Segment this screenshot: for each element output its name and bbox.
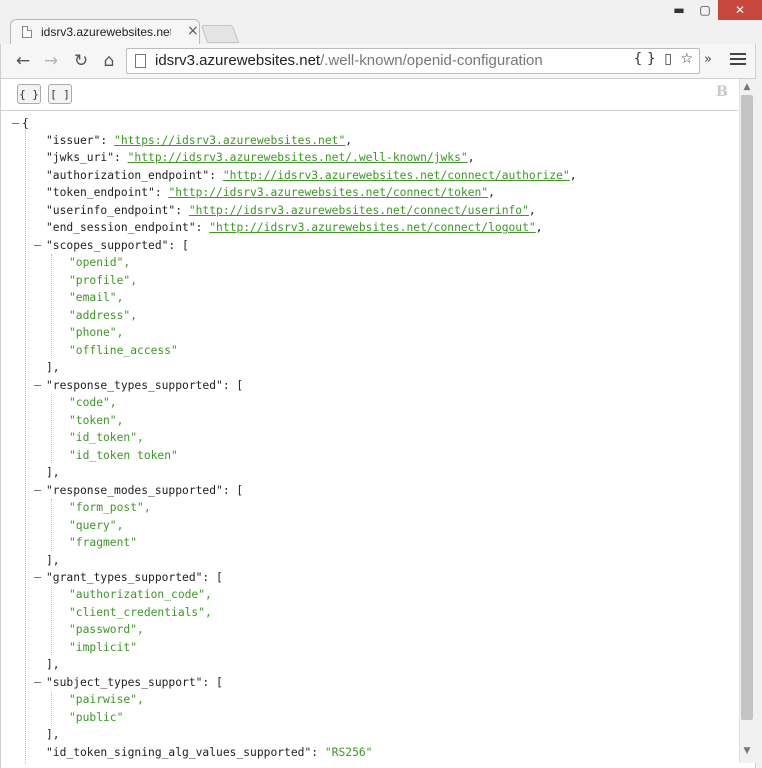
viewer-logo-icon: B — [716, 84, 728, 100]
expand-all-button[interactable]: { } — [17, 84, 41, 104]
json-line-authorization-endpoint: "authorization_endpoint": "http://idsrv3… — [46, 169, 577, 182]
json-array-item: "address", — [69, 309, 138, 322]
menu-icon[interactable] — [730, 50, 746, 68]
url-host: idsrv3.azurewebsites.net — [155, 52, 321, 69]
collapse-toggle-icon[interactable]: – — [34, 674, 41, 691]
issuer-link[interactable]: "https://idsrv3.azurewebsites.net" — [114, 134, 345, 147]
json-line-token-endpoint: "token_endpoint": "http://idsrv3.azurewe… — [46, 186, 495, 199]
json-key-grant-types-supported: "grant_types_supported": [ — [46, 571, 223, 584]
close-window-button[interactable]: ✕ — [718, 0, 762, 20]
json-array-close: ], — [46, 466, 60, 479]
indent-guide — [51, 691, 53, 726]
reload-icon[interactable]: ↻ — [70, 50, 92, 72]
indent-guide — [25, 130, 27, 765]
collapse-toggle-icon[interactable]: – — [34, 482, 41, 499]
json-array-close: ], — [46, 728, 60, 741]
json-array-item: "query", — [69, 519, 124, 532]
json-document: – { "issuer": "https://idsrv3.azurewebsi… — [0, 115, 738, 765]
collapse-toggle-icon[interactable]: – — [34, 569, 41, 586]
scroll-up-arrow-icon[interactable]: ▲ — [739, 82, 755, 92]
divider — [0, 110, 738, 111]
browser-toolbar: ← → ↻ ⌂ idsrv3.azurewebsites.net/.well-k… — [0, 44, 762, 79]
page-action-icon[interactable]: ▯ — [664, 51, 672, 67]
end-session-endpoint-link[interactable]: "http://idsrv3.azurewebsites.net/connect… — [209, 221, 535, 234]
json-key-response-modes-supported: "response_modes_supported": [ — [46, 484, 244, 497]
indent-guide — [51, 586, 53, 655]
jwks-uri-link[interactable]: "http://idsrv3.azurewebsites.net/.well-k… — [128, 151, 468, 164]
json-array-item: "code", — [69, 396, 117, 409]
url-text[interactable]: idsrv3.azurewebsites.net/.well-known/ope… — [155, 52, 543, 69]
json-array-close: ], — [46, 658, 60, 671]
json-array-item: "profile", — [69, 274, 138, 287]
window-border-right — [755, 44, 762, 768]
back-arrow-icon[interactable]: ← — [12, 50, 34, 72]
json-viewer-toolbar: { } [ ] B — [0, 79, 738, 109]
userinfo-endpoint-link[interactable]: "http://idsrv3.azurewebsites.net/connect… — [189, 204, 529, 217]
json-line-issuer: "issuer": "https://idsrv3.azurewebsites.… — [46, 134, 353, 147]
json-array-item: "client_credentials", — [69, 606, 212, 619]
url-path: /.well-known/openid-configuration — [320, 52, 543, 69]
json-key-response-types-supported: "response_types_supported": [ — [46, 379, 244, 392]
json-array-close: ], — [46, 361, 60, 374]
json-array-item: "phone", — [69, 326, 124, 339]
json-viewer-icon[interactable]: { } — [634, 51, 656, 67]
json-array-close: ], — [46, 554, 60, 567]
scrollbar-thumb[interactable] — [741, 95, 753, 720]
home-icon[interactable]: ⌂ — [98, 50, 120, 72]
json-array-item: "email", — [69, 291, 124, 304]
json-key-subject-types-support: "subject_types_support": [ — [46, 676, 223, 689]
json-array-item: "id_token", — [69, 431, 144, 444]
collapse-toggle-icon[interactable]: – — [34, 377, 41, 394]
json-array-item: "pairwise", — [69, 693, 144, 706]
extensions-chevron-icon[interactable]: » — [704, 52, 712, 67]
indent-guide — [51, 254, 53, 358]
json-array-item: "form_post", — [69, 501, 151, 514]
page-icon — [135, 54, 146, 68]
json-line-end-session-endpoint: "end_session_endpoint": "http://idsrv3.a… — [46, 221, 543, 234]
scroll-down-arrow-icon[interactable]: ▼ — [739, 746, 755, 756]
address-bar[interactable]: idsrv3.azurewebsites.net/.well-known/ope… — [126, 48, 700, 74]
collapse-toggle-icon[interactable]: – — [34, 237, 41, 254]
json-key-scopes-supported: "scopes_supported": [ — [46, 239, 189, 252]
authorization-endpoint-link[interactable]: "http://idsrv3.azurewebsites.net/connect… — [223, 169, 570, 182]
json-line-jwks-uri: "jwks_uri": "http://idsrv3.azurewebsites… — [46, 151, 475, 164]
new-tab-button[interactable] — [200, 25, 240, 43]
json-array-item: "fragment" — [69, 536, 138, 549]
json-array-item: "authorization_code", — [69, 588, 212, 601]
json-array-item: "public" — [69, 711, 124, 724]
tab-title: idsrv3.azurewebsites.net/. — [41, 25, 171, 39]
browser-tab[interactable]: idsrv3.azurewebsites.net/. × — [10, 19, 200, 45]
collapse-all-button[interactable]: [ ] — [48, 84, 72, 104]
collapse-toggle-icon[interactable]: – — [12, 115, 19, 132]
json-array-item: "token", — [69, 414, 124, 427]
indent-guide — [51, 394, 53, 463]
window-titlebar: idsrv3.azurewebsites.net/. × ▬ ▢ ✕ — [0, 0, 762, 45]
json-array-item: "password", — [69, 623, 144, 636]
bookmark-star-icon[interactable]: ☆ — [680, 51, 693, 67]
page-icon — [22, 26, 32, 38]
json-array-item: "implicit" — [69, 641, 138, 654]
token-endpoint-link[interactable]: "http://idsrv3.azurewebsites.net/connect… — [168, 186, 488, 199]
json-array-item: "offline_access" — [69, 344, 178, 357]
json-array-item: "id_token token" — [69, 449, 178, 462]
json-line-userinfo-endpoint: "userinfo_endpoint": "http://idsrv3.azur… — [46, 204, 536, 217]
minimize-button[interactable]: ▬ — [666, 0, 692, 20]
tab-close-icon[interactable]: × — [187, 23, 199, 39]
omnibox-icons: { } ▯ ☆ — [630, 51, 693, 67]
forward-arrow-icon[interactable]: → — [40, 50, 62, 72]
indent-guide — [51, 499, 53, 551]
json-line-id-token-signing-alg: "id_token_signing_alg_values_supported":… — [46, 746, 373, 759]
json-array-item: "openid", — [69, 256, 131, 269]
maximize-button[interactable]: ▢ — [692, 0, 718, 20]
